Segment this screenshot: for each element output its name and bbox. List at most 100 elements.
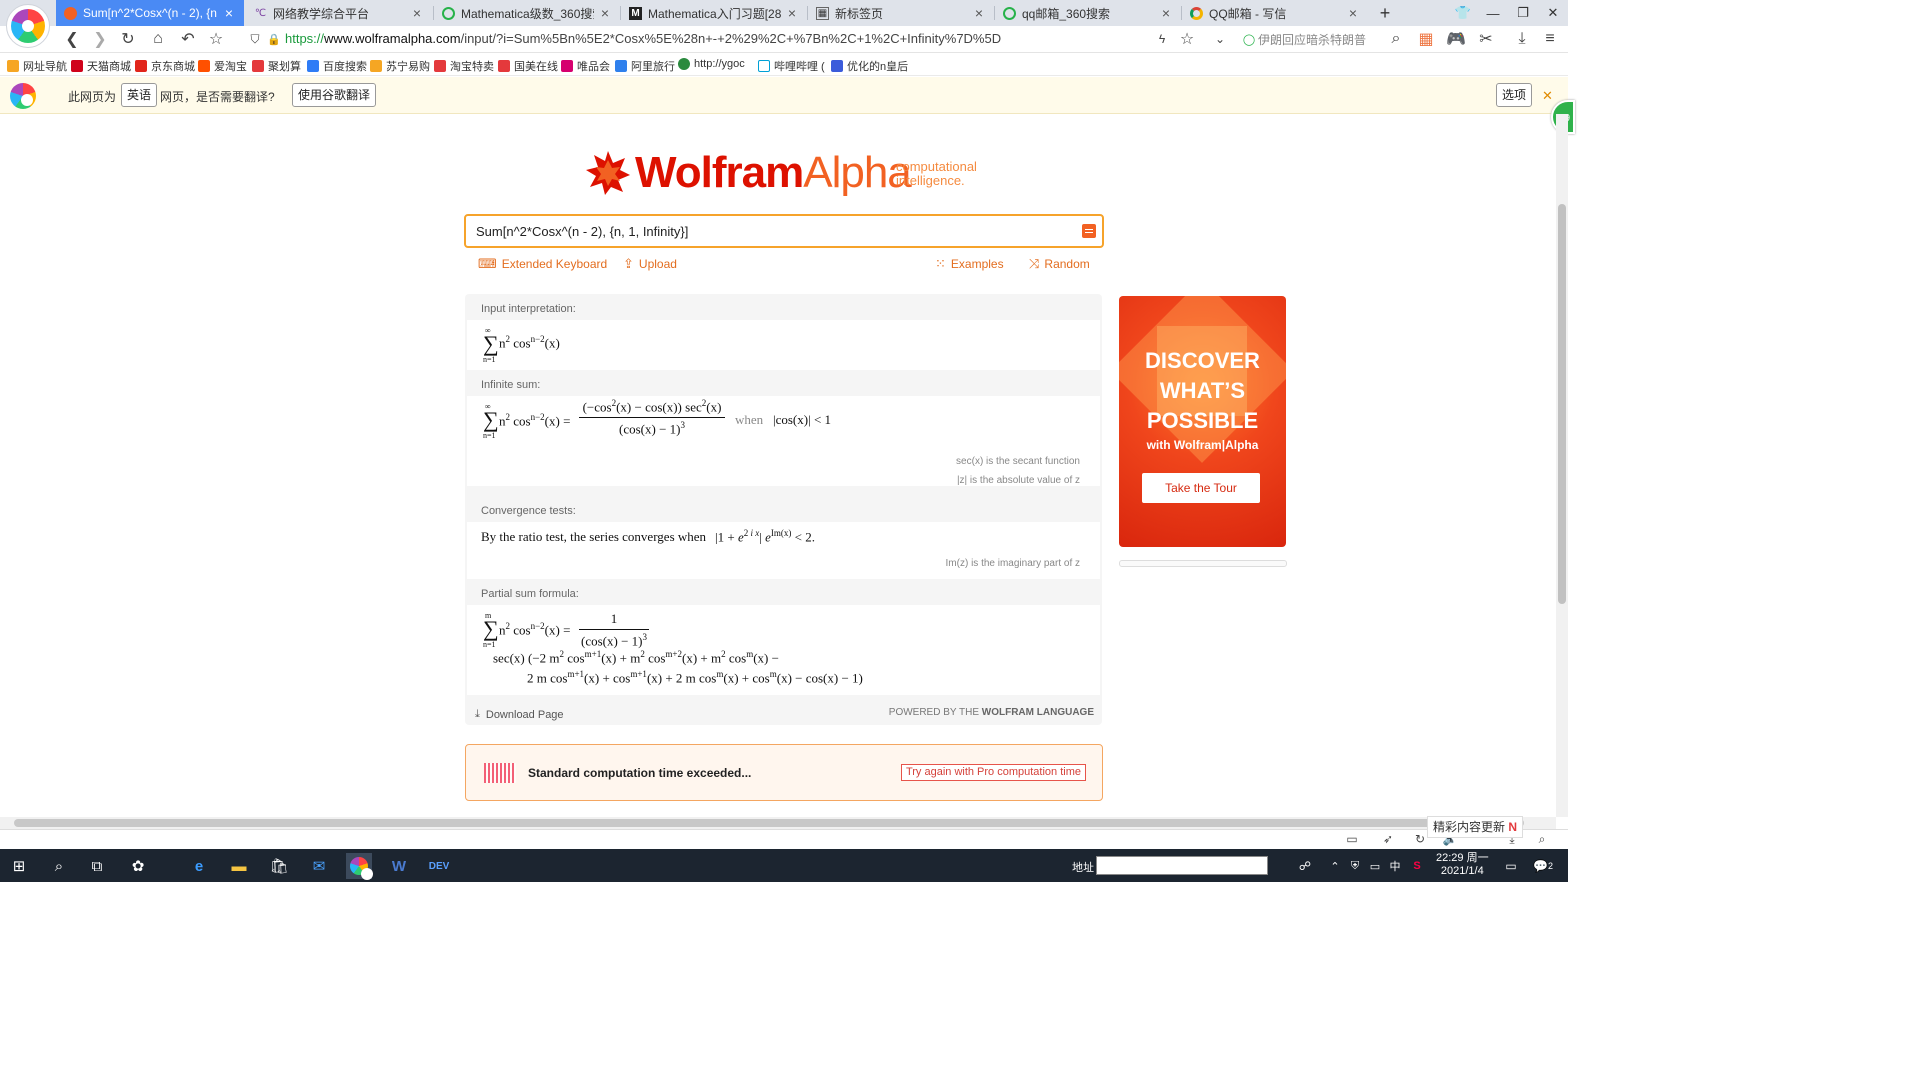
horizontal-scrollbar[interactable] [0,817,1556,829]
pro-computation-button[interactable]: Try again with Pro computation time [900,764,1086,781]
bookmark-item[interactable]: 苏宁易购 [370,58,430,74]
360-browser-icon[interactable] [346,853,373,880]
translate-button[interactable]: 使用谷歌翻译 [292,83,377,107]
take-tour-button[interactable]: Take the Tour [1142,473,1260,503]
minimize-button[interactable]: — [1478,0,1508,26]
tab-qqmail-search[interactable]: qq邮箱_360搜索 × [995,0,1181,26]
forward-button[interactable]: ❯ [88,28,112,50]
bookmark-item[interactable]: http://ygoc [678,58,745,70]
pod-convergence[interactable]: By the ratio test, the series converges … [467,522,1100,579]
condition-value: |cos(x)| < 1 [773,412,832,427]
scroll-thumb[interactable] [14,819,1524,827]
task-view-icon[interactable]: ⧉ [84,853,110,879]
download-page-link[interactable]: ⤓ Download Page [475,708,564,721]
store-icon[interactable]: 🛍 [266,853,292,879]
windows-start-icon[interactable]: ⊞ [6,853,32,879]
home-button[interactable]: ⌂ [146,28,170,50]
lock-icon[interactable]: 🔒 [262,28,286,50]
scroll-thumb[interactable] [1558,204,1566,604]
grid-icon: ▦ [816,6,829,20]
word-icon[interactable]: W [386,853,412,879]
close-icon[interactable]: × [410,5,424,21]
ad-banner[interactable]: DISCOVER WHAT’S POSSIBLE with Wolfram|Al… [1119,296,1286,547]
bookmark-item[interactable]: 网址导航 [7,58,67,74]
game-icon[interactable]: 🎮 [1444,28,1468,50]
query-input[interactable] [476,224,1066,239]
upload-label: Upload [638,257,677,271]
search-hint[interactable]: 伊朗回应暗杀特朗普 [1258,31,1366,48]
random-link[interactable]: ⤨ Random [1029,256,1090,272]
pod-input-interpretation[interactable]: ∞ ∑ n=1 n2 cosn−2(x) [467,320,1100,370]
bookmark-item[interactable]: 百度搜索 [307,58,367,74]
language-select[interactable]: 英语 [121,83,158,107]
bookmark-item[interactable]: 哔哩哔哩 ( [758,58,825,74]
close-icon[interactable]: × [1346,5,1360,21]
close-icon[interactable]: × [222,5,236,21]
mail-icon[interactable]: ✉ [306,853,332,879]
close-icon[interactable]: × [785,5,799,21]
menu-icon[interactable]: ≡ [1538,28,1562,50]
dev-cpp-icon[interactable]: DEV [426,853,452,879]
bookmark-item[interactable]: 聚划算 [252,58,301,74]
apps-icon[interactable]: ▦ [1414,28,1438,50]
image-icon[interactable]: ▭ [1340,828,1364,850]
close-window-button[interactable]: ✕ [1538,0,1568,26]
close-icon[interactable]: ✕ [1542,88,1553,104]
tab-new[interactable]: ▦ 新标签页 × [808,0,994,26]
rocket-icon[interactable]: ➶ [1376,828,1400,850]
zoom-icon[interactable]: ⌕ [1530,828,1554,850]
extended-keyboard-link[interactable]: ⌨ Extended Keyboard [478,256,607,272]
undo-close-button[interactable]: ↶ [176,28,200,50]
close-icon[interactable]: × [972,5,986,21]
browser-logo[interactable] [6,4,50,48]
bookmark-item[interactable]: 阿里旅行 [615,58,675,74]
lightning-icon[interactable]: ϟ [1150,28,1174,50]
tab-mathematica-search[interactable]: Mathematica级数_360搜索 × [434,0,620,26]
chevron-down-icon[interactable]: ⌄ [1208,28,1232,50]
close-icon[interactable]: × [1159,5,1173,21]
bookmark-item[interactable]: 优化的n皇后 [831,58,908,74]
back-button[interactable]: ❮ [60,28,84,50]
vertical-scrollbar[interactable] [1556,114,1568,817]
tab-wolfram[interactable]: Sum[n^2*Cosx^(n - 2), {n, 1, × [56,0,244,26]
taskbar-address-input[interactable] [1096,856,1268,875]
search-icon[interactable]: ⌕ [1384,28,1408,50]
new-tab-button[interactable]: + [1370,0,1400,26]
shirt-icon[interactable]: 👕 [1448,0,1478,26]
upload-link[interactable]: ⇪ Upload [623,256,677,272]
clock[interactable]: 22:29 周一 2021/1/4 [1436,852,1489,878]
tab-qqmail-compose[interactable]: QQ邮箱 - 写信 × [1182,0,1368,26]
bookmark-item[interactable]: 京东商城 [135,58,195,74]
bookmark-item[interactable]: 国美在线 [498,58,558,74]
action-center-icon[interactable]: 💬 2 [1530,853,1556,879]
pod-partial-sum[interactable]: m ∑ n=1 n2 cosn−2(x) = 1 (cos(x) − 1)3 sec… [467,605,1100,695]
bookmark-item[interactable]: 爱淘宝 [198,58,247,74]
pinwheel-icon[interactable]: ✿ [125,853,151,879]
notification-center-icon[interactable]: ▭ [1498,853,1524,879]
scissors-icon[interactable]: ✂ [1474,28,1498,50]
folder-icon[interactable]: ▬ [226,853,252,879]
bookmark-item[interactable]: 淘宝特卖 [434,58,494,74]
search-icon[interactable]: ⌕ [46,853,72,879]
edge-icon[interactable]: e [186,853,212,879]
bookmark-star-icon[interactable]: ☆ [1175,28,1199,50]
powered-by[interactable]: POWERED BY THE WOLFRAM LANGUAGE [889,707,1094,718]
wolfram-alpha-logo[interactable]: WolframAlpha [585,148,912,198]
people-icon[interactable]: ☍ [1292,853,1318,879]
address-field[interactable]: https://www.wolframalpha.com/input/?i=Su… [285,31,1001,46]
tab-mathematica-exercise[interactable]: M Mathematica入门习题[28]–级 × [621,0,807,26]
bookmark-item[interactable]: 天猫商城 [71,58,131,74]
pod-infinite-sum[interactable]: ∞ ∑ n=1 n2 cosn−2(x) = (−cos2(x) − cos(x))… [467,396,1100,486]
sogou-icon[interactable]: S [1404,853,1430,879]
favorite-star-icon[interactable]: ☆ [204,28,228,50]
compute-button[interactable] [1082,224,1096,238]
bookmark-item[interactable]: 唯品会 [561,58,610,74]
restore-button[interactable]: ❐ [1508,0,1538,26]
close-icon[interactable]: × [598,5,612,21]
options-button[interactable]: 选项 [1496,83,1533,107]
reload-button[interactable]: ↻ [116,28,140,50]
download-icon[interactable]: ⤓ [1510,28,1534,50]
news-popup[interactable]: 精彩内容更新 N [1427,816,1524,838]
examples-link[interactable]: ⁙ Examples [935,256,1004,272]
tab-edu-platform[interactable]: ℃ 网络教学综合平台 × [246,0,432,26]
